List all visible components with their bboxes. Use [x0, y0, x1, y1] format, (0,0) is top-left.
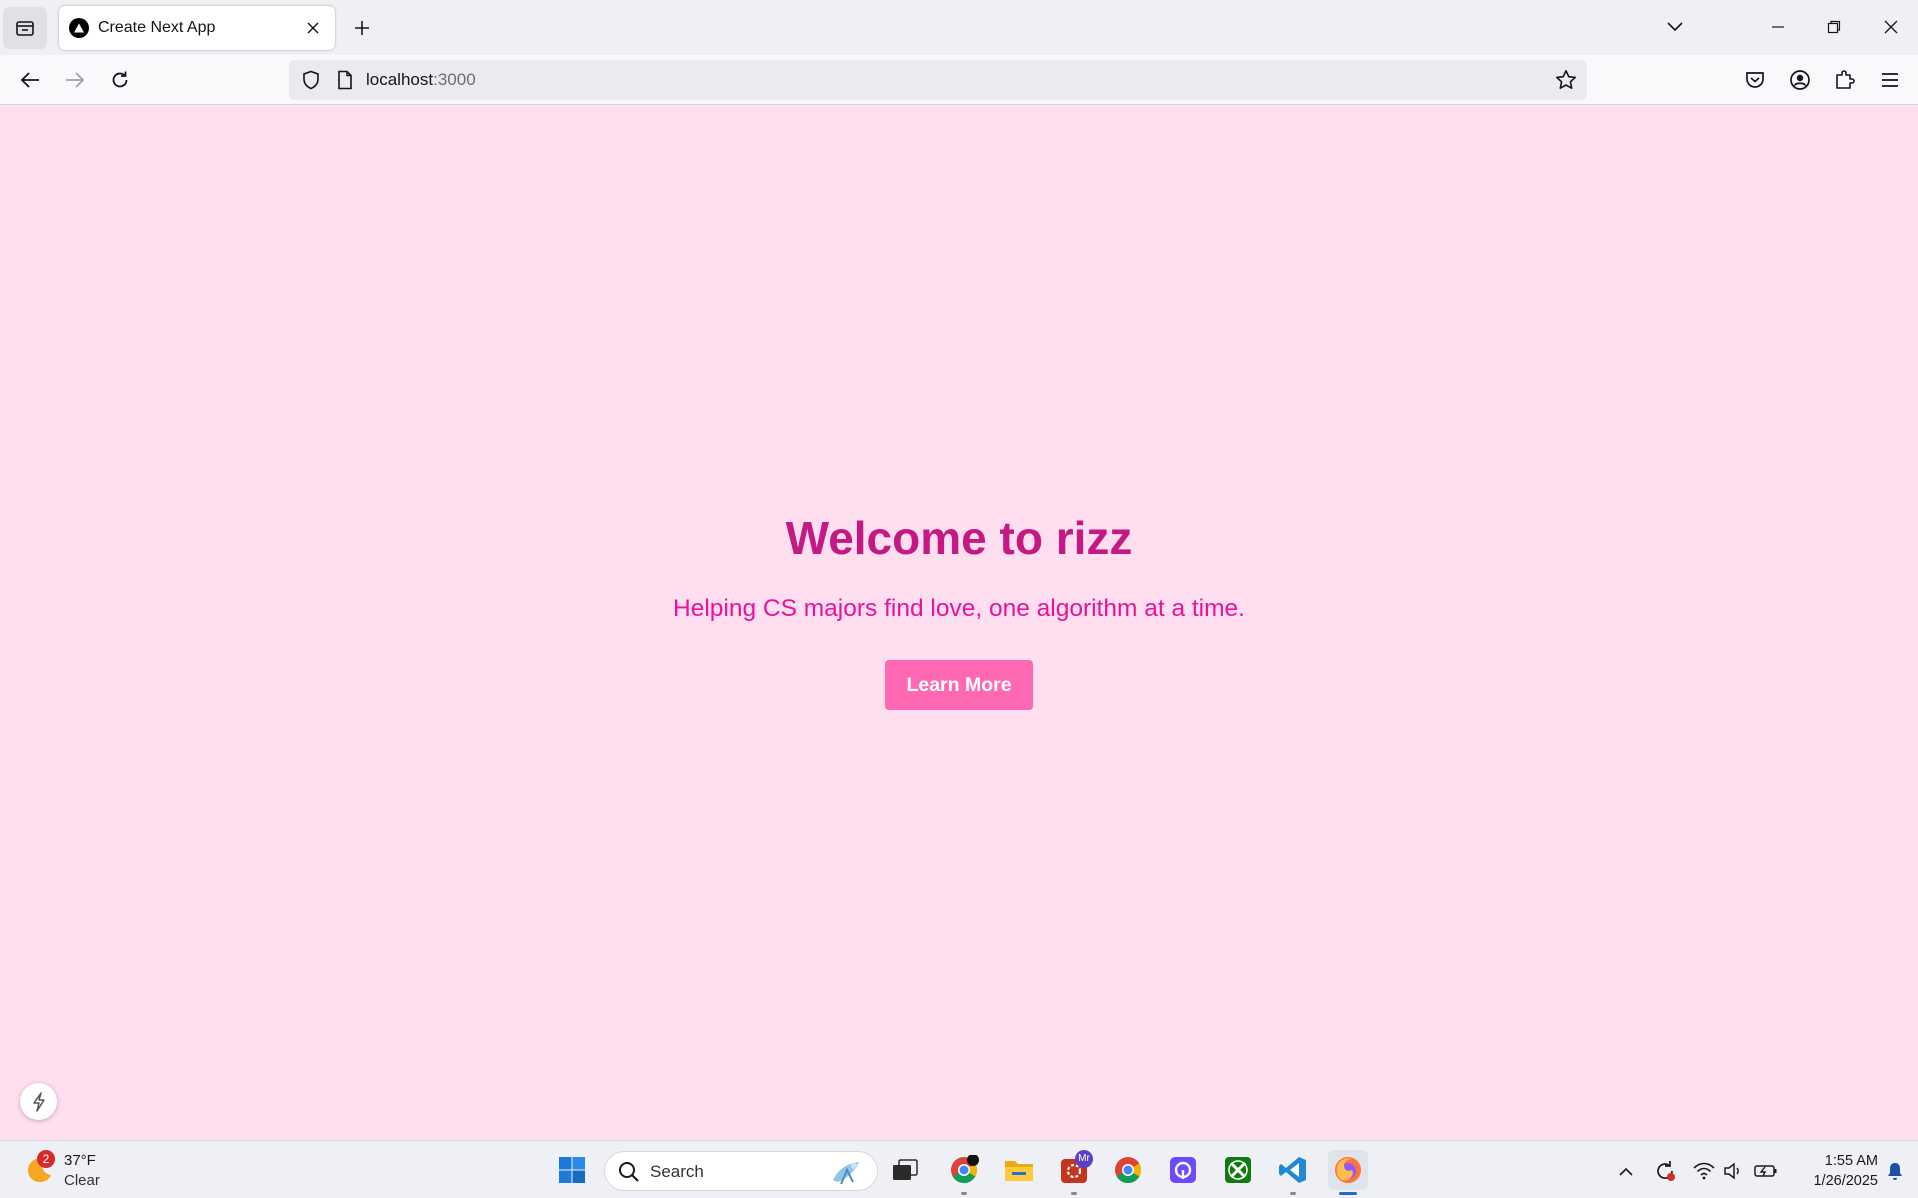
tab-list-icon [16, 21, 34, 36]
chrome-icon [1115, 1157, 1142, 1184]
running-indicator-active [1339, 1192, 1357, 1195]
tab-title: Create Next App [98, 19, 216, 36]
restore-icon [1827, 20, 1841, 34]
chevron-down-icon [1667, 22, 1683, 32]
taskbar-app-firefox[interactable] [1328, 1150, 1368, 1195]
close-icon [1884, 20, 1898, 34]
page-content: Welcome to rizz Helping CS majors find l… [0, 106, 1918, 1140]
clock-date: 1/26/2025 [1813, 1173, 1878, 1189]
search-highlight-icon [833, 1162, 859, 1185]
bookmark-star-icon[interactable] [1553, 67, 1579, 93]
extensions-button[interactable] [1826, 61, 1864, 99]
minimize-icon [1772, 26, 1784, 28]
taskbar-app-chrome-2[interactable] [1108, 1150, 1148, 1190]
nextjs-favicon-icon [69, 18, 89, 38]
taskbar-app-file-explorer[interactable] [999, 1150, 1039, 1190]
account-icon [1790, 70, 1810, 90]
start-button[interactable] [552, 1150, 592, 1190]
task-view-icon [893, 1159, 918, 1180]
chevron-up-icon [1619, 1167, 1633, 1176]
weather-temperature: 37°F [64, 1152, 96, 1169]
tab-strip: Create Next App [0, 0, 1918, 55]
speaker-icon [1724, 1162, 1739, 1180]
wifi-tray-icon[interactable] [1691, 1158, 1717, 1184]
taskbar-app-vscode[interactable] [1273, 1150, 1313, 1195]
task-view-button[interactable] [885, 1150, 925, 1190]
wifi-icon [1693, 1162, 1715, 1180]
shield-icon[interactable] [299, 68, 323, 92]
running-indicator [1071, 1192, 1077, 1195]
search-icon [619, 1162, 639, 1182]
weather-notification-badge: 2 [37, 1150, 55, 1168]
running-indicator [961, 1192, 967, 1195]
reload-icon [112, 71, 128, 88]
notifications-button[interactable] [1882, 1158, 1908, 1184]
search-label: Search [650, 1162, 704, 1181]
firefox-icon [1335, 1157, 1361, 1183]
menu-button[interactable] [1871, 61, 1909, 99]
url-bar[interactable]: localhost:3000 [289, 60, 1587, 100]
taskbar-app-xbox[interactable] [1218, 1150, 1258, 1190]
back-button[interactable] [11, 61, 49, 99]
navigation-toolbar: localhost:3000 [0, 55, 1918, 105]
clock-time: 1:55 AM [1824, 1153, 1878, 1169]
app-badge: Mr [1075, 1150, 1093, 1168]
proton-icon [1170, 1157, 1196, 1183]
pocket-button[interactable] [1736, 61, 1774, 99]
reload-button[interactable] [101, 61, 139, 99]
vscode-icon [1279, 1157, 1306, 1183]
nextjs-dev-indicator[interactable] [20, 1083, 57, 1120]
close-window-button[interactable] [1871, 8, 1911, 46]
weather-widget[interactable]: 2 37°F Clear [22, 1149, 112, 1191]
hero-subtitle: Helping CS majors find love, one algorit… [673, 595, 1245, 622]
plus-icon [355, 21, 369, 35]
battery-icon [1754, 1165, 1777, 1177]
arrow-right-icon [66, 72, 85, 88]
tab-close-icon[interactable] [301, 16, 325, 40]
account-button[interactable] [1781, 61, 1819, 99]
restore-button[interactable] [1814, 8, 1854, 46]
windows-start-icon [559, 1157, 585, 1183]
forward-button[interactable] [56, 61, 94, 99]
taskbar-app-proton[interactable] [1163, 1150, 1203, 1190]
hero-title: Welcome to rizz [785, 512, 1133, 564]
puzzle-icon [1836, 70, 1855, 89]
url-text[interactable]: localhost:3000 [366, 70, 476, 90]
sync-icon [1657, 1161, 1675, 1181]
tab-active[interactable]: Create Next App [59, 6, 335, 50]
learn-more-button[interactable]: Learn More [885, 660, 1033, 710]
taskbar-search-box[interactable]: Search [604, 1151, 878, 1191]
show-hidden-icons-button[interactable] [1613, 1158, 1639, 1184]
folder-icon [1005, 1161, 1033, 1181]
page-icon[interactable] [333, 68, 357, 92]
sync-tray-icon[interactable] [1652, 1158, 1678, 1184]
arrow-left-icon [20, 72, 39, 88]
hero-section: Welcome to rizz Helping CS majors find l… [0, 510, 1918, 710]
list-all-tabs-button[interactable] [1655, 8, 1695, 46]
xbox-icon [1225, 1157, 1251, 1183]
volume-tray-icon[interactable] [1720, 1158, 1746, 1184]
taskbar-app-chrome-1[interactable] [944, 1150, 984, 1195]
taskbar-app-outlook[interactable]: Mr [1054, 1150, 1094, 1195]
bell-icon [1888, 1163, 1902, 1180]
tab-list-button[interactable] [3, 7, 47, 49]
new-tab-button[interactable] [346, 12, 378, 44]
running-indicator [1290, 1192, 1296, 1195]
system-clock[interactable]: 1:55 AM 1/26/2025 [1788, 1151, 1878, 1191]
windows-taskbar: 2 37°F Clear Search Mr 1:55 AM 1/26/2025 [0, 1140, 1918, 1198]
pocket-icon [1746, 72, 1764, 88]
url-host: localhost [366, 70, 434, 89]
hamburger-menu-icon [1882, 73, 1898, 87]
url-port: :3000 [433, 70, 476, 89]
battery-tray-icon[interactable] [1753, 1158, 1779, 1184]
weather-condition: Clear [64, 1172, 100, 1189]
lightning-icon [32, 1091, 45, 1112]
chrome-icon [951, 1155, 979, 1184]
minimize-button[interactable] [1758, 8, 1798, 46]
